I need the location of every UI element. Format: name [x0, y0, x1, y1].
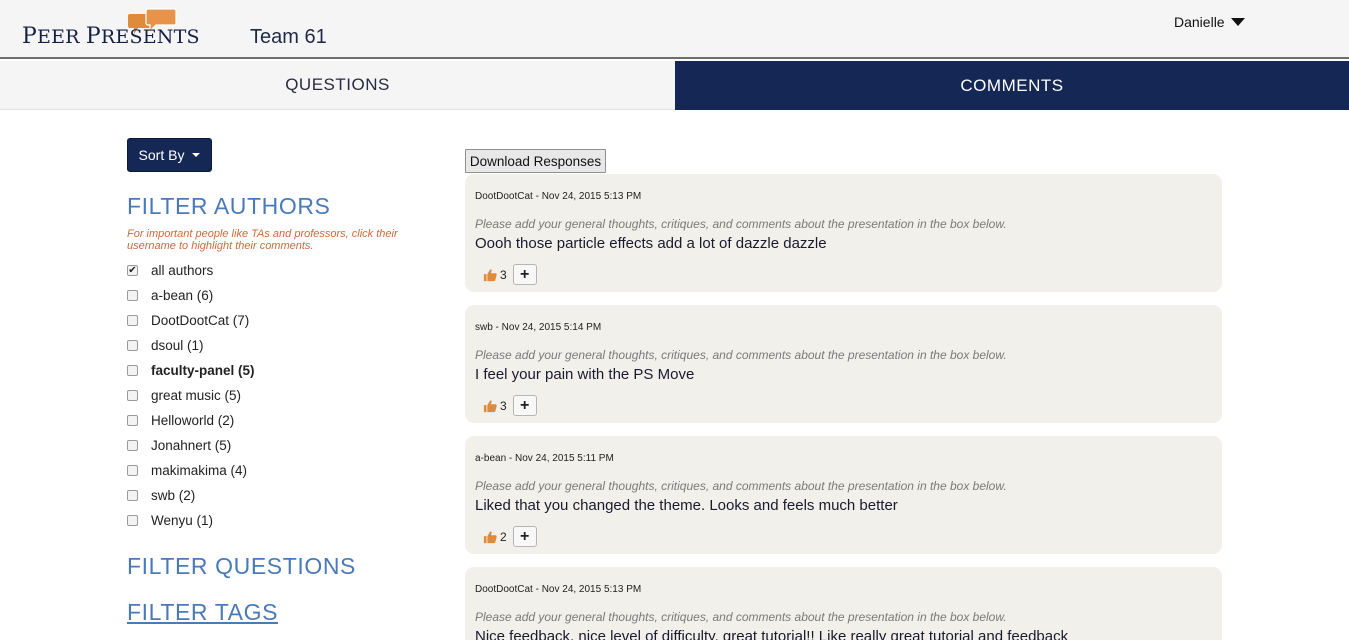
author-checkbox[interactable]: [127, 490, 138, 501]
comment-meta: a-bean - Nov 24, 2015 5:11 PM: [475, 453, 614, 464]
author-filter-item[interactable]: a-bean (6): [127, 283, 255, 308]
author-filter-label[interactable]: faculty-panel (5): [151, 363, 255, 378]
comment-actions: 3 +: [483, 264, 537, 285]
comment-card: swb - Nov 24, 2015 5:14 PM Please add yo…: [465, 305, 1222, 423]
author-checkbox[interactable]: [127, 440, 138, 451]
caret-down-icon: [1230, 18, 1245, 26]
comment-text: I feel your pain with the PS Move: [475, 366, 695, 383]
sort-by-label: Sort By: [138, 147, 185, 163]
thumbs-up-icon[interactable]: [483, 399, 497, 413]
team-title: Team 61: [250, 26, 327, 48]
comment-card: a-bean - Nov 24, 2015 5:11 PM Please add…: [465, 436, 1222, 554]
plus-icon[interactable]: +: [512, 264, 537, 285]
author-filter-item[interactable]: makimakima (4): [127, 458, 255, 483]
author-filter-item[interactable]: faculty-panel (5): [127, 358, 255, 383]
author-filter-label[interactable]: makimakima (4): [151, 463, 247, 478]
author-checkbox[interactable]: [127, 290, 138, 301]
author-checkbox[interactable]: [127, 315, 138, 326]
author-checkbox[interactable]: [127, 415, 138, 426]
filter-authors-heading: FILTER AUTHORS: [127, 193, 331, 219]
thumbs-up-icon[interactable]: [483, 268, 497, 282]
filter-authors-note: For important people like TAs and profes…: [127, 228, 398, 252]
author-filter-item[interactable]: Helloworld (2): [127, 408, 255, 433]
author-checkbox[interactable]: [127, 465, 138, 476]
author-filter-item[interactable]: swb (2): [127, 483, 255, 508]
user-name: Danielle: [1174, 14, 1225, 30]
tab-comments[interactable]: COMMENTS: [675, 61, 1349, 110]
author-filter-item[interactable]: ✔ all authors: [127, 258, 255, 283]
thumbs-up-icon[interactable]: [483, 530, 497, 544]
author-filter-item[interactable]: Wenyu (1): [127, 508, 255, 533]
comment-text: Nice feedback, nice level of difficulty,…: [475, 628, 1069, 640]
comment-actions: 3 +: [483, 395, 537, 416]
author-filter-item[interactable]: dsoul (1): [127, 333, 255, 358]
author-filter-item[interactable]: great music (5): [127, 383, 255, 408]
tab-comments-label: COMMENTS: [960, 75, 1064, 95]
filter-tags-link[interactable]: FILTER TAGS: [127, 599, 278, 626]
peer-presents-logo[interactable]: PEER PRESENTS: [22, 8, 200, 50]
author-filter-label[interactable]: Wenyu (1): [151, 513, 213, 528]
author-filter-label[interactable]: Jonahnert (5): [151, 438, 231, 453]
comment-prompt: Please add your general thoughts, critiq…: [475, 348, 1007, 362]
author-filter-label[interactable]: all authors: [151, 263, 213, 278]
comment-text: Liked that you changed the theme. Looks …: [475, 497, 898, 514]
plus-icon[interactable]: +: [512, 395, 537, 416]
like-count: 3: [500, 398, 507, 413]
author-filter-label[interactable]: DootDootCat (7): [151, 313, 249, 328]
app-header: PEER PRESENTS Team 61 Danielle: [0, 0, 1349, 59]
like-count: 3: [500, 267, 507, 282]
author-checkbox[interactable]: [127, 340, 138, 351]
download-responses-button[interactable]: Download Responses: [465, 149, 606, 173]
comment-card: DootDootCat - Nov 24, 2015 5:13 PM Pleas…: [465, 174, 1222, 292]
filter-questions-heading[interactable]: FILTER QUESTIONS: [127, 553, 356, 580]
author-filter-item[interactable]: Jonahnert (5): [127, 433, 255, 458]
author-filter-label[interactable]: Helloworld (2): [151, 413, 234, 428]
comment-meta: swb - Nov 24, 2015 5:14 PM: [475, 322, 602, 333]
author-filter-label[interactable]: swb (2): [151, 488, 195, 503]
comment-prompt: Please add your general thoughts, critiq…: [475, 217, 1007, 231]
comment-text: Oooh those particle effects add a lot of…: [475, 235, 827, 252]
author-filter-label[interactable]: great music (5): [151, 388, 241, 403]
logo-wordmark: PEER PRESENTS: [22, 24, 200, 49]
like-count: 2: [500, 529, 507, 544]
author-filter-list: ✔ all authors a-bean (6) DootDootCat (7) …: [127, 258, 255, 533]
tab-questions-label: QUESTIONS: [285, 75, 390, 94]
comment-meta: DootDootCat - Nov 24, 2015 5:13 PM: [475, 191, 642, 202]
comment-card: DootDootCat - Nov 24, 2015 5:13 PM Pleas…: [465, 567, 1222, 640]
author-filter-label[interactable]: a-bean (6): [151, 288, 213, 303]
comment-prompt: Please add your general thoughts, critiq…: [475, 610, 1007, 624]
caret-down-icon: [192, 153, 201, 157]
author-checkbox[interactable]: [127, 390, 138, 401]
sort-by-button[interactable]: Sort By: [127, 138, 212, 172]
user-menu[interactable]: Danielle: [1174, 14, 1245, 30]
comment-actions: 2 +: [483, 526, 537, 547]
author-filter-label[interactable]: dsoul (1): [151, 338, 204, 353]
author-checkbox[interactable]: [127, 515, 138, 526]
author-filter-item[interactable]: DootDootCat (7): [127, 308, 255, 333]
comment-prompt: Please add your general thoughts, critiq…: [475, 479, 1007, 493]
plus-icon[interactable]: +: [512, 526, 537, 547]
comment-meta: DootDootCat - Nov 24, 2015 5:13 PM: [475, 584, 642, 595]
author-checkbox[interactable]: ✔: [127, 265, 138, 276]
tab-questions[interactable]: QUESTIONS: [0, 61, 675, 110]
author-checkbox[interactable]: [127, 365, 138, 376]
